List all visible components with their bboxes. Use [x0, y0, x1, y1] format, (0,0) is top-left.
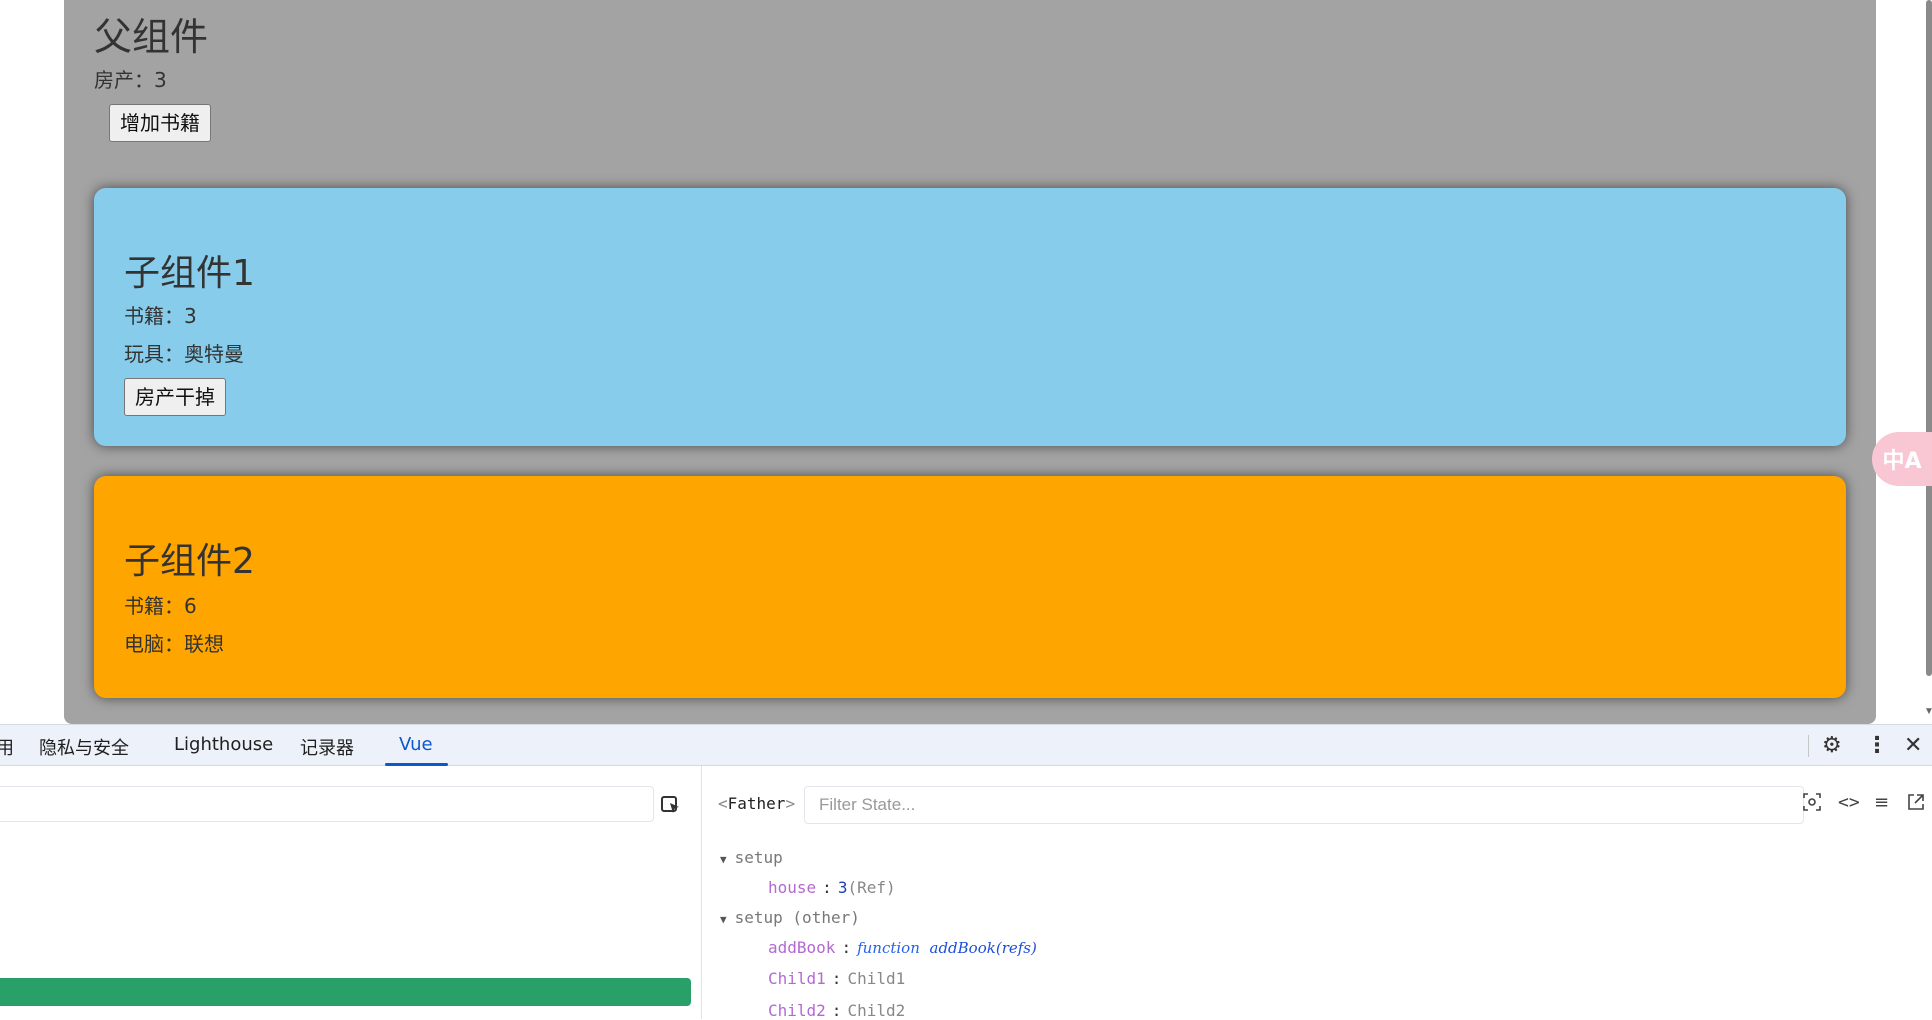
devtools-panel: 用 隐私与安全 Lighthouse 记录器 Vue ⚙ ⋮ ✕ <Father… [0, 724, 1932, 1020]
tab-vue[interactable]: Vue [399, 734, 433, 755]
code-icon[interactable]: <> [1838, 792, 1860, 813]
state-row-child1[interactable]: Child1: Child1 [768, 969, 905, 988]
tab-recorder[interactable]: 记录器 [300, 734, 354, 760]
open-external-icon[interactable] [1906, 792, 1926, 812]
child2-books-text: 书籍：6 [124, 594, 197, 618]
expand-arrow-icon[interactable]: ▼ [720, 853, 727, 866]
page-viewport: 父组件 房产：3 增加书籍 子组件1 书籍：3 玩具：奥特曼 房产干掉 子组件2… [0, 0, 1932, 724]
select-component-icon[interactable] [660, 794, 682, 816]
page-scrollbar[interactable] [1926, 0, 1932, 676]
devtools-tab-bar: 用 隐私与安全 Lighthouse 记录器 Vue ⚙ ⋮ ✕ [0, 724, 1932, 766]
child1-toy-text: 玩具：奥特曼 [124, 342, 244, 366]
state-row-house[interactable]: house:3(Ref) [768, 878, 896, 897]
tab-truncated[interactable]: 用 [0, 734, 14, 760]
component-tree-pane [0, 766, 702, 1019]
more-vert-icon[interactable]: ⋮ [1866, 733, 1888, 758]
close-icon[interactable]: ✕ [1904, 733, 1922, 758]
tab-privacy-security[interactable]: 隐私与安全 [39, 734, 129, 760]
gear-icon[interactable]: ⚙ [1822, 733, 1842, 758]
expand-arrow-icon[interactable]: ▼ [720, 913, 727, 926]
toolbar-divider [1808, 735, 1809, 757]
father-component: 父组件 房产：3 增加书籍 子组件1 书籍：3 玩具：奥特曼 房产干掉 子组件2… [64, 0, 1876, 724]
scroll-down-icon[interactable]: ▼ [1924, 706, 1932, 717]
inspect-dom-icon[interactable] [1802, 792, 1822, 812]
add-book-button[interactable]: 增加书籍 [109, 104, 211, 142]
tree-row-selected[interactable] [0, 978, 691, 1006]
selected-component-name: <Father> [718, 794, 796, 813]
father-title: 父组件 [94, 15, 209, 59]
translate-icon-glyph: 中A [1882, 449, 1922, 474]
child1-title: 子组件1 [124, 253, 255, 294]
remove-house-button[interactable]: 房产干掉 [124, 378, 226, 416]
father-house-text: 房产：3 [94, 68, 167, 92]
child1-books-text: 书籍：3 [124, 304, 197, 328]
filter-state-input[interactable] [804, 786, 1804, 824]
state-section-setup[interactable]: ▼ setup [720, 848, 783, 867]
state-row-child2[interactable]: Child2: Child2 [768, 1001, 905, 1020]
child2-title: 子组件2 [124, 541, 255, 582]
state-row-addbook[interactable]: addBook: function addBook(refs) [768, 938, 1037, 957]
child1-component: 子组件1 书籍：3 玩具：奥特曼 房产干掉 [94, 188, 1846, 446]
component-search-input[interactable] [0, 786, 654, 822]
child2-component: 子组件2 书籍：6 电脑：联想 [94, 476, 1846, 698]
scroll-to-component-icon[interactable]: ≡ [1874, 792, 1889, 813]
state-inspector-pane: <Father> <> ≡ ▼setup house:3(Ref) ▼setup… [702, 766, 1932, 1020]
state-section-setup-other[interactable]: ▼ setup (other) [720, 908, 860, 927]
child2-computer-text: 电脑：联想 [124, 632, 224, 656]
translate-icon[interactable]: 中A [1872, 432, 1932, 486]
tab-lighthouse[interactable]: Lighthouse [174, 734, 273, 755]
